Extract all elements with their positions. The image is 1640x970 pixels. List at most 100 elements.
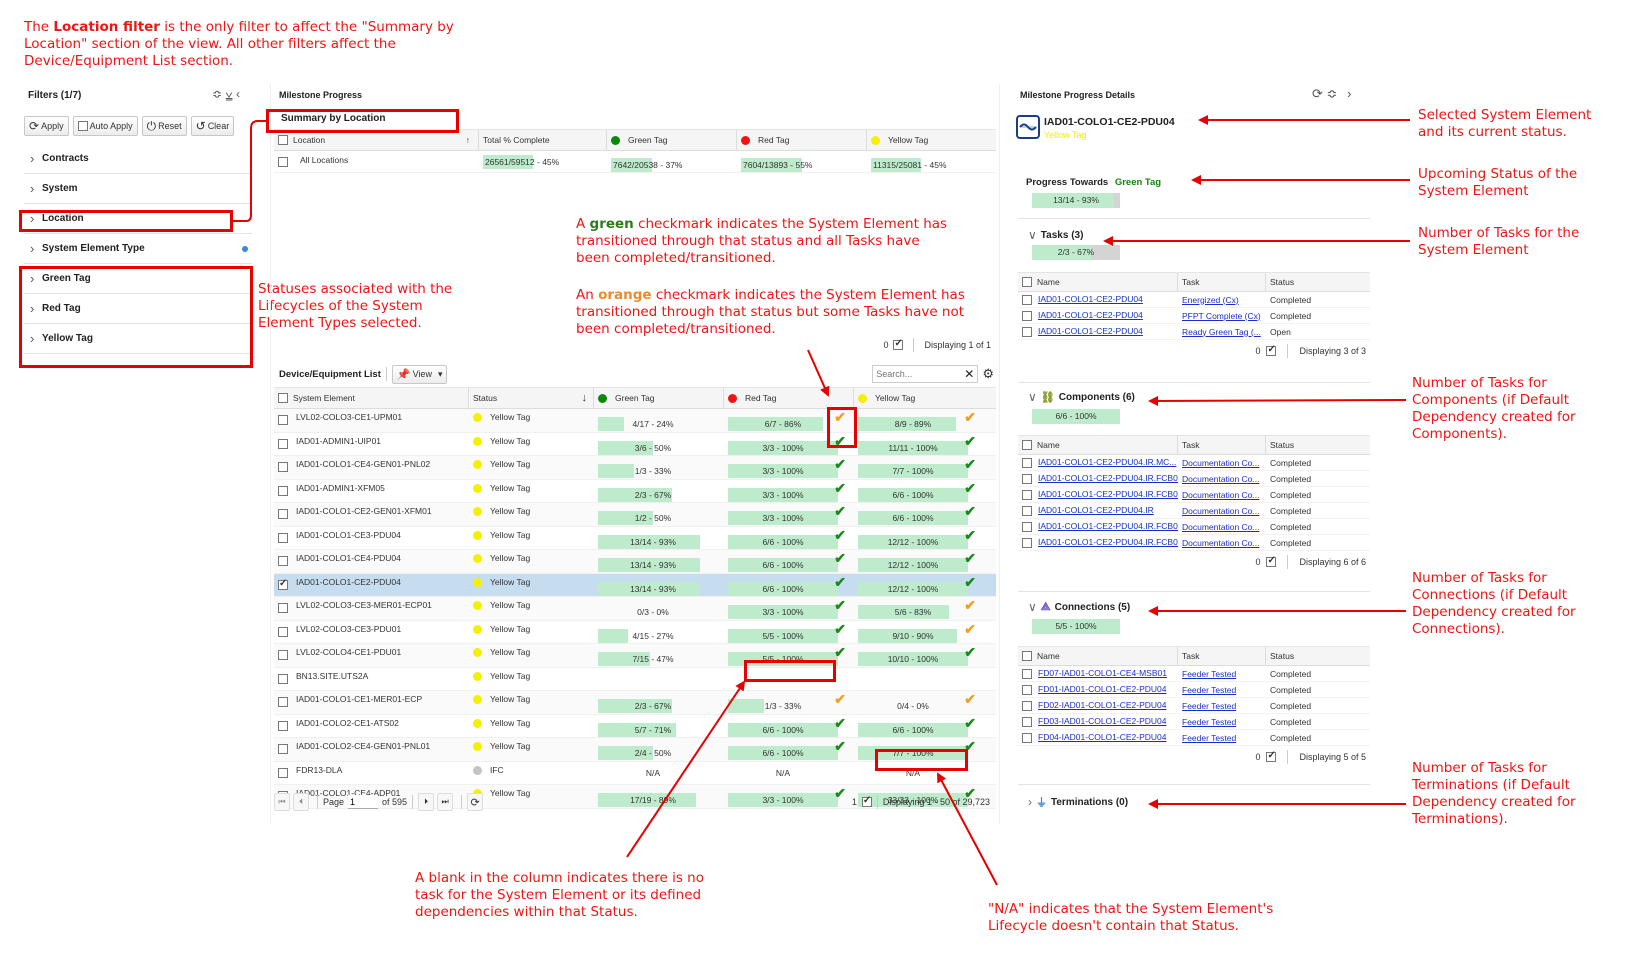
task-link[interactable]: Documentation Co... (1182, 490, 1259, 500)
row-checkbox[interactable] (1022, 457, 1032, 468)
filter-location[interactable]: › Location (24, 204, 252, 234)
terminations-section-header[interactable]: › ⏚ Terminations (0) (1028, 794, 1128, 810)
task-link[interactable]: PFPT Complete (Cx) (1182, 311, 1261, 321)
device-row[interactable]: LVL02-COLO4-CE1-PDU01 Yellow Tag 7/15 - 47… (274, 644, 996, 668)
expand-panel-icon[interactable]: › (1347, 86, 1351, 101)
task-link[interactable]: Feeder Tested (1182, 733, 1236, 743)
task-link[interactable]: Feeder Tested (1182, 669, 1236, 679)
column-location[interactable]: Location ↑ (274, 130, 479, 150)
row-checkbox[interactable] (1022, 521, 1032, 532)
column-green-tag[interactable]: Green Tag (594, 388, 724, 408)
device-row[interactable]: IAD01-COLO1-CE2-PDU04 Yellow Tag 13/14 - 9… (274, 573, 996, 597)
tasks-section-header[interactable]: ∨ Tasks (3) (1028, 228, 1083, 242)
row-checkbox[interactable] (278, 603, 288, 613)
row-checkbox[interactable] (1022, 489, 1032, 500)
row-checkbox[interactable] (1022, 294, 1032, 305)
clear-button[interactable]: ↺ Clear (190, 116, 235, 136)
components-section-header[interactable]: ∨ ⛓ Components (6) (1028, 390, 1135, 404)
column-status[interactable]: Status (1266, 647, 1370, 665)
filter-system-element-type[interactable]: › System Element Type (24, 234, 252, 264)
row-checkbox[interactable] (278, 673, 288, 684)
column-status[interactable]: Status (1266, 436, 1370, 454)
filter-green-tag[interactable]: › Green Tag (24, 264, 252, 294)
collapse-all-icon[interactable]: ⩣ (225, 87, 232, 101)
row-checkbox[interactable] (1022, 700, 1032, 711)
column-name[interactable]: Name (1018, 273, 1178, 291)
device-row[interactable]: LVL02-COLO3-CE3-PDU01 Yellow Tag 4/15 - 27… (274, 621, 996, 644)
element-link[interactable]: IAD01-COLO1-CE2-PDU04.IR.FCB02 (1038, 537, 1178, 547)
element-link[interactable]: FD02-IAD01-COLO1-CE2-PDU04 (1038, 700, 1166, 710)
row-checkbox[interactable] (278, 556, 288, 566)
device-row[interactable]: LVL02-COLO3-CE3-MER01-ECP01 Yellow Tag 0/3… (274, 597, 996, 621)
column-task[interactable]: Task (1178, 273, 1266, 291)
row-checkbox[interactable] (278, 744, 288, 754)
connections-row[interactable]: FD04-IAD01-COLO1-CE2-PDU04 Feeder Tested… (1018, 730, 1370, 746)
task-link[interactable]: Documentation Co... (1182, 458, 1259, 468)
column-total[interactable]: Total % Complete (479, 130, 607, 150)
clear-search-icon[interactable]: ✕ (964, 367, 974, 381)
device-row[interactable]: BN13.SITE.UTS2A Yellow Tag (274, 668, 996, 691)
select-checkbox[interactable] (1266, 344, 1277, 356)
components-row[interactable]: IAD01-COLO1-CE2-PDU04.IR Documentation C… (1018, 503, 1370, 519)
first-page-button[interactable]: ⏮ (274, 793, 290, 811)
row-checkbox[interactable] (278, 697, 288, 707)
refresh-button[interactable]: ⟳ (467, 793, 484, 811)
summary-row[interactable]: All Locations 26561/59512 - 45% 7642/205… (274, 151, 996, 173)
row-checkbox[interactable] (278, 626, 288, 637)
row-checkbox[interactable] (1022, 505, 1032, 516)
element-link[interactable]: IAD01-COLO1-CE2-PDU04.IR.FCB01 (1038, 489, 1178, 499)
row-checkbox[interactable] (1022, 732, 1032, 743)
apply-button[interactable]: ⟳ Apply (24, 116, 69, 136)
select-all-checkbox[interactable] (1022, 440, 1032, 450)
last-page-button[interactable]: ⏭ (437, 793, 454, 811)
refresh-icon[interactable]: ⟳ (1312, 86, 1323, 101)
tasks-row[interactable]: IAD01-COLO1-CE2-PDU04 Ready Green Tag (.… (1018, 324, 1370, 340)
row-checkbox[interactable] (278, 650, 288, 660)
column-red-tag[interactable]: Red Tag (737, 130, 867, 150)
column-green-tag[interactable]: Green Tag (607, 130, 737, 150)
device-row[interactable]: IAD01-COLO2-CE1-ATS02 Yellow Tag 5/7 - 71%… (274, 715, 996, 738)
device-row[interactable]: IAD01-COLO2-CE4-GEN01-PNL01 Yellow Tag 2/4… (274, 738, 996, 762)
select-all-checkbox[interactable] (278, 393, 288, 403)
page-number-input[interactable] (348, 795, 379, 809)
column-status[interactable]: Status (1266, 273, 1370, 291)
select-all-checkbox[interactable] (278, 135, 288, 146)
element-link[interactable]: IAD01-COLO1-CE2-PDU04.IR.MC... (1038, 457, 1176, 467)
row-checkbox[interactable] (278, 485, 288, 496)
expand-all-icon[interactable]: ≎ (212, 87, 222, 101)
column-status[interactable]: Status ↓ (469, 388, 594, 408)
select-checkbox[interactable] (1266, 555, 1277, 567)
components-row[interactable]: IAD01-COLO1-CE2-PDU04.IR.FCB03 Documenta… (1018, 519, 1370, 535)
connections-row[interactable]: FD02-IAD01-COLO1-CE2-PDU04 Feeder Tested… (1018, 698, 1370, 714)
row-checkbox[interactable] (1022, 310, 1032, 321)
components-row[interactable]: IAD01-COLO1-CE2-PDU04.IR.FCB04 Documenta… (1018, 471, 1370, 487)
filter-system[interactable]: › System (24, 174, 252, 204)
row-checkbox[interactable] (278, 578, 288, 590)
row-checkbox[interactable] (1022, 716, 1032, 727)
element-link[interactable]: IAD01-COLO1-CE2-PDU04 (1038, 326, 1143, 336)
task-link[interactable]: Feeder Tested (1182, 717, 1236, 727)
select-all-checkbox[interactable] (1022, 277, 1032, 287)
row-checkbox[interactable] (278, 438, 288, 449)
row-checkbox[interactable] (278, 720, 288, 731)
row-checkbox[interactable] (278, 462, 288, 472)
collapse-panel-icon[interactable]: ‹ (236, 87, 240, 101)
device-row[interactable]: IAD01-COLO1-CE4-PDU04 Yellow Tag 13/14 - 9… (274, 550, 996, 574)
element-link[interactable]: FD03-IAD01-COLO1-CE2-PDU04 (1038, 716, 1166, 726)
auto-apply-toggle[interactable]: Auto Apply (72, 116, 138, 136)
task-link[interactable]: Documentation Co... (1182, 538, 1259, 548)
select-checkbox[interactable] (1266, 750, 1277, 762)
components-row[interactable]: IAD01-COLO1-CE2-PDU04.IR.FCB02 Documenta… (1018, 535, 1370, 551)
components-row[interactable]: IAD01-COLO1-CE2-PDU04.IR.FCB01 Documenta… (1018, 487, 1370, 503)
element-link[interactable]: FD01-IAD01-COLO1-CE2-PDU04 (1038, 684, 1166, 694)
column-task[interactable]: Task (1178, 436, 1266, 454)
column-name[interactable]: Name (1018, 436, 1178, 454)
row-checkbox[interactable] (1022, 473, 1032, 484)
device-row[interactable]: IAD01-COLO1-CE3-PDU04 Yellow Tag 13/14 - 9… (274, 527, 996, 550)
device-row[interactable]: IAD01-ADMIN1-UIP01 Yellow Tag 3/6 - 50% 3/3… (274, 433, 996, 456)
element-link[interactable]: IAD01-COLO1-CE2-PDU04.IR.FCB04 (1038, 473, 1178, 483)
select-all-checkbox[interactable] (1022, 651, 1032, 661)
row-checkbox[interactable] (278, 532, 288, 543)
row-checkbox[interactable] (1022, 684, 1032, 695)
column-name[interactable]: Name (1018, 647, 1178, 665)
